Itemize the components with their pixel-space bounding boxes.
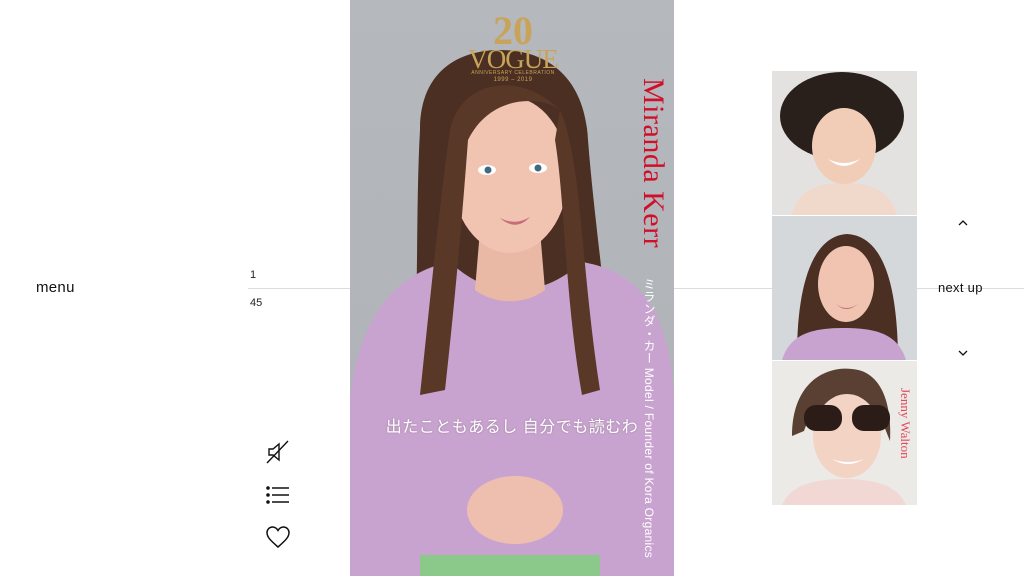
heart-icon[interactable] [264, 523, 292, 551]
chevron-down-icon[interactable] [955, 346, 971, 358]
divider-middle [674, 288, 772, 289]
menu-button[interactable]: menu [36, 279, 75, 296]
next-up-thumbnail[interactable] [772, 216, 917, 360]
logo-word: VOGUE [468, 44, 559, 74]
video-player[interactable] [350, 0, 674, 576]
logo-number: 20 [493, 8, 533, 53]
vogue-anniversary-logo: 20 VOGUE ANNIVERSARY CELEBRATION 1999 – … [468, 8, 559, 84]
list-icon[interactable] [264, 481, 292, 509]
mute-icon[interactable] [264, 438, 292, 466]
next-up-thumbnail[interactable] [772, 71, 917, 215]
video-frame-image [350, 50, 674, 576]
person-name: Miranda Kerr [637, 78, 670, 249]
next-up-label: next up [938, 280, 983, 295]
next-up-thumbnail[interactable] [772, 361, 917, 505]
divider-left [248, 288, 350, 289]
video-subtitle: 出たこともあるし 自分でも読むわ [385, 419, 639, 436]
slide-counter-current: 1 [250, 269, 257, 281]
next-up-person-name: Jenny Walton [898, 388, 913, 459]
logo-years: 1999 – 2019 [493, 77, 533, 83]
logo-tagline: ANNIVERSARY CELEBRATION [471, 70, 555, 76]
slide-counter-total: 45 [250, 297, 263, 309]
chevron-up-icon[interactable] [955, 216, 971, 228]
